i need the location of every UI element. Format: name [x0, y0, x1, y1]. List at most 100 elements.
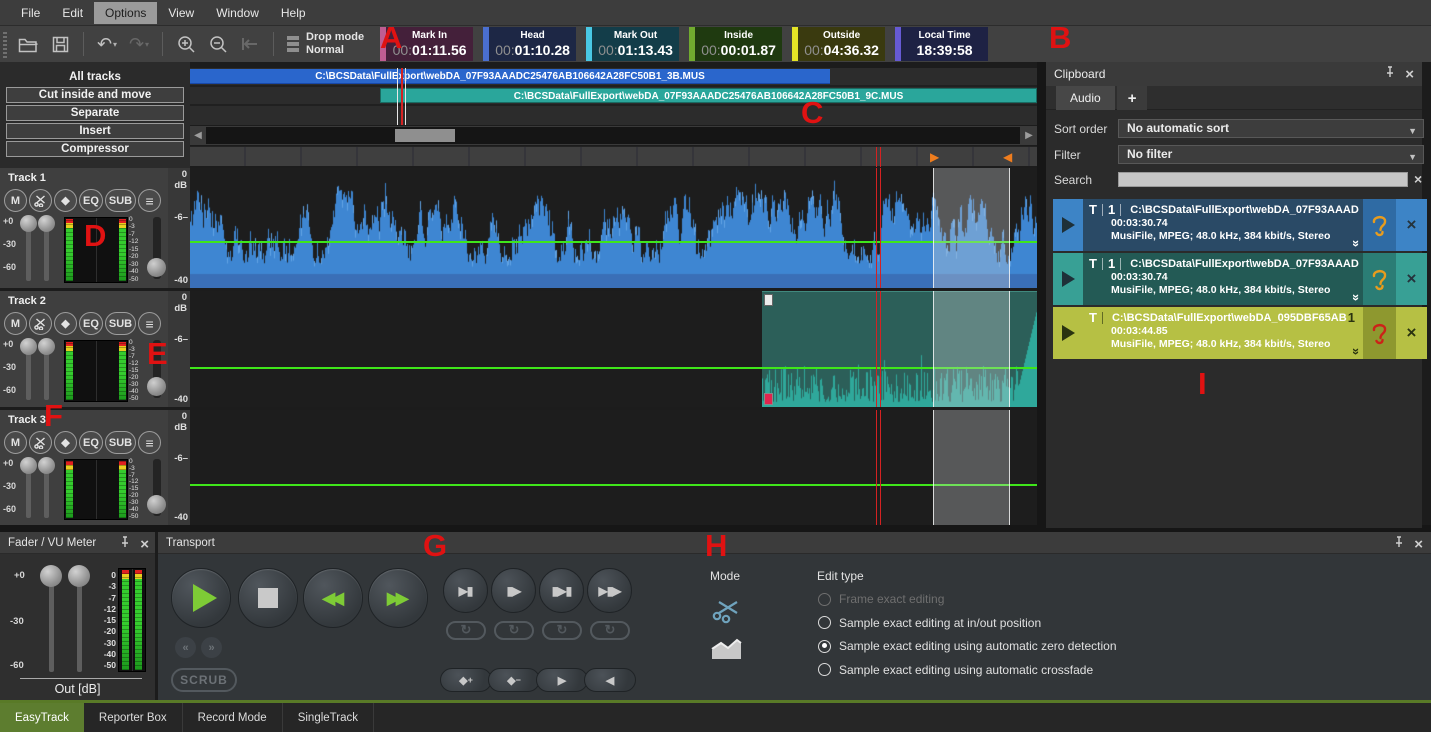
clipboard-entry[interactable]: TC:\BCSData\FullExport\webDA_095DBF65AB1…: [1053, 307, 1427, 359]
output-fader-track[interactable]: [49, 574, 54, 672]
prev-marker-button[interactable]: ◀: [584, 668, 636, 692]
edit-action-all-tracks[interactable]: All tracks: [6, 69, 184, 85]
sub-button[interactable]: SUB: [105, 431, 136, 454]
menu-window[interactable]: Window: [205, 2, 270, 24]
rewind-button[interactable]: ◀◀: [303, 568, 363, 628]
entry-body[interactable]: T1C:\BCSData\FullExport\webDA_07F93AAADC…: [1083, 253, 1363, 305]
scroll-left-icon[interactable]: ◀: [190, 126, 206, 145]
output-fader-track[interactable]: [77, 574, 82, 672]
play-around-cut-button[interactable]: ▶▮▶: [587, 568, 632, 613]
sub-button[interactable]: SUB: [105, 312, 136, 335]
track-menu-button[interactable]: ≡: [138, 189, 161, 212]
fast-forward-button[interactable]: ▶▶: [368, 568, 428, 628]
playhead-line[interactable]: [876, 410, 881, 525]
entry-remove-button[interactable]: ×: [1396, 199, 1427, 251]
drop-mode-control[interactable]: Drop mode Normal: [287, 31, 364, 57]
edit-type-option[interactable]: Sample exact editing at in/out position: [818, 616, 1117, 630]
close-icon[interactable]: ×: [1405, 67, 1414, 82]
scrollbar-track[interactable]: [206, 127, 1020, 144]
scissors-button[interactable]: [29, 189, 52, 212]
cut-mode-icon[interactable]: [712, 596, 742, 629]
entry-play-button[interactable]: [1053, 199, 1083, 251]
skip-forward-button[interactable]: »: [201, 637, 222, 658]
workspace-tab-record-mode[interactable]: Record Mode: [183, 703, 283, 732]
entry-play-button[interactable]: [1053, 253, 1083, 305]
collapse-chevron-icon[interactable]: »: [1349, 240, 1363, 247]
stop-button[interactable]: [238, 568, 298, 628]
pin-icon[interactable]: [120, 535, 130, 553]
loop-button[interactable]: ↻: [542, 621, 582, 640]
scroll-right-icon[interactable]: ▶: [1021, 126, 1037, 145]
output-fader-knob[interactable]: [68, 565, 90, 587]
fade-diamond-button[interactable]: ◆: [54, 312, 77, 335]
gain-slider-knob[interactable]: [20, 457, 37, 474]
mute-button[interactable]: M: [4, 189, 27, 212]
scrollbar-thumb[interactable]: [395, 129, 455, 142]
clipboard-entry[interactable]: T1C:\BCSData\FullExport\webDA_07F93AAADC…: [1053, 253, 1427, 305]
track-fader-knob[interactable]: [147, 377, 166, 396]
entry-body[interactable]: TC:\BCSData\FullExport\webDA_095DBF65AB1…: [1083, 307, 1363, 359]
save-icon[interactable]: [44, 30, 76, 58]
track-3-waveform-area[interactable]: [190, 410, 1037, 525]
entry-body[interactable]: T1C:\BCSData\FullExport\webDA_07F93AAADC…: [1083, 199, 1363, 251]
pin-icon[interactable]: [1385, 65, 1395, 83]
eq-button[interactable]: EQ: [79, 431, 103, 454]
gain-slider-knob[interactable]: [38, 215, 55, 232]
zoom-out-icon[interactable]: [202, 30, 234, 58]
clip-edge-handle[interactable]: [764, 393, 773, 405]
next-marker-button[interactable]: ▶: [536, 668, 588, 692]
add-marker-button[interactable]: ◆+: [440, 668, 492, 692]
track-1-level-line[interactable]: [190, 241, 1037, 243]
mark-out-triangle-icon[interactable]: ◀: [1003, 149, 1012, 165]
mark-in-triangle-icon[interactable]: ▶: [930, 149, 939, 165]
eq-button[interactable]: EQ: [79, 189, 103, 212]
open-file-icon[interactable]: [12, 30, 44, 58]
radio-button[interactable]: [818, 663, 831, 676]
mute-button[interactable]: M: [4, 431, 27, 454]
prelisten-button[interactable]: [1363, 307, 1396, 359]
gain-slider-knob[interactable]: [38, 338, 55, 355]
redo-button[interactable]: ↷▾: [123, 30, 155, 58]
selection-region[interactable]: [933, 168, 1010, 288]
radio-button[interactable]: [818, 616, 831, 629]
output-fader-knob[interactable]: [40, 565, 62, 587]
clip-fade-handle[interactable]: [764, 294, 773, 306]
playhead-line[interactable]: [876, 291, 881, 407]
fade-diamond-button[interactable]: ◆: [54, 431, 77, 454]
scrub-button[interactable]: SCRUB: [171, 668, 237, 692]
remove-marker-button[interactable]: ◆−: [488, 668, 540, 692]
edit-action-compressor[interactable]: Compressor: [6, 141, 184, 157]
close-icon[interactable]: ×: [1414, 537, 1423, 552]
sub-button[interactable]: SUB: [105, 189, 136, 212]
track-1-waveform-area[interactable]: [190, 168, 1037, 288]
menu-options[interactable]: Options: [94, 2, 157, 24]
edit-action-separate[interactable]: Separate: [6, 105, 184, 121]
loop-button[interactable]: ↻: [590, 621, 630, 640]
track-menu-button[interactable]: ≡: [138, 431, 161, 454]
prelisten-button[interactable]: [1363, 253, 1396, 305]
close-icon[interactable]: ×: [140, 537, 149, 552]
gain-slider-knob[interactable]: [20, 215, 37, 232]
play-to-mark-button[interactable]: ▶▮: [443, 568, 488, 613]
search-input[interactable]: [1118, 172, 1408, 187]
gain-slider-knob[interactable]: [38, 457, 55, 474]
edit-type-option[interactable]: Sample exact editing using automatic cro…: [818, 663, 1117, 677]
timeline-ruler[interactable]: ▶ ◀: [190, 146, 1037, 166]
track-3-level-line[interactable]: [190, 484, 1037, 486]
skip-back-button[interactable]: «: [175, 637, 196, 658]
add-tab-button[interactable]: +: [1117, 86, 1148, 110]
pin-icon[interactable]: [1394, 535, 1404, 553]
overview-clip-2[interactable]: C:\BCSData\FullExport\webDA_07F93AAADC25…: [380, 88, 1037, 103]
clipboard-entry[interactable]: T1C:\BCSData\FullExport\webDA_07F93AAADC…: [1053, 199, 1427, 251]
undo-button[interactable]: ↶▾: [91, 30, 123, 58]
loop-button[interactable]: ↻: [446, 621, 486, 640]
toolbar-grip[interactable]: [3, 30, 7, 58]
gain-slider-knob[interactable]: [20, 338, 37, 355]
play-selection-button[interactable]: ▮▶▮: [539, 568, 584, 613]
collapse-chevron-icon[interactable]: »: [1349, 294, 1363, 301]
track-fader-knob[interactable]: [147, 495, 166, 514]
play-from-mark-button[interactable]: ▮▶: [491, 568, 536, 613]
menu-help[interactable]: Help: [270, 2, 317, 24]
envelope-mode-icon[interactable]: [710, 636, 743, 666]
entry-remove-button[interactable]: ×: [1396, 253, 1427, 305]
